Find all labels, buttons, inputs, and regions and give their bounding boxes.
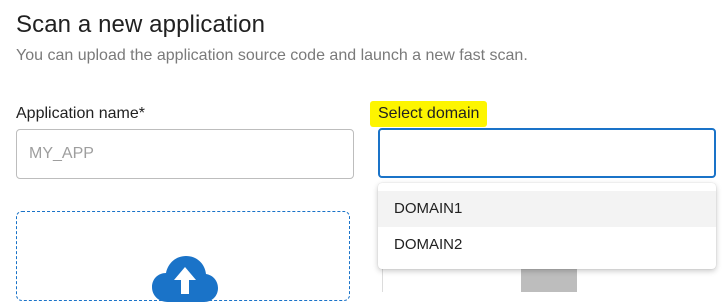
application-name-input[interactable] (16, 129, 354, 179)
application-name-label: Application name* (16, 105, 145, 122)
domain-option-domain2[interactable]: DOMAIN2 (378, 227, 716, 263)
domain-dropdown-menu: DOMAIN1 DOMAIN2 (378, 183, 716, 269)
cloud-upload-icon (152, 256, 218, 302)
select-domain-label: Select domain (370, 101, 488, 127)
select-domain-input[interactable] (378, 128, 716, 178)
domain-option-domain1[interactable]: DOMAIN1 (378, 191, 716, 227)
page-subtitle: You can upload the application source co… (16, 47, 528, 64)
page-title: Scan a new application (16, 11, 266, 38)
source-upload-dropzone[interactable] (16, 211, 350, 302)
